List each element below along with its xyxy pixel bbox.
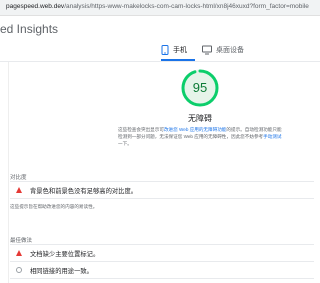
url-host: pagespeed.web.dev (6, 3, 65, 10)
url-text[interactable]: pagespeed.web.dev/analysis/https-www-mak… (6, 3, 309, 10)
audit-label: 相同链接的用途一致。 (30, 267, 93, 275)
tab-mobile-label: 手机 (173, 47, 187, 54)
tab-mobile[interactable]: 手机 (161, 39, 195, 61)
content-edge (8, 62, 9, 283)
divider (10, 278, 314, 279)
browser-address-bar[interactable]: pagespeed.web.dev/analysis/https-www-mak… (0, 0, 320, 16)
divider (10, 181, 314, 182)
warning-triangle-icon (15, 250, 23, 256)
tabs-divider (0, 61, 320, 62)
category-description: 这些检查会突出显示可改进您 Web 应用的无障碍功能的提示。自动检测功能只能检测… (118, 126, 284, 147)
tab-desktop[interactable]: 桌面设备 (202, 39, 262, 61)
audit-landmark-one-main[interactable]: 文档缺少主要位置标记。 (10, 246, 314, 260)
improve-accessibility-link[interactable]: 改进您 Web 应用的无障碍功能 (164, 127, 226, 132)
score-value: 95 (192, 80, 208, 95)
desc-text-3: 一下。 (118, 141, 132, 146)
group-title-best-practices: 最佳做法 (10, 238, 33, 244)
category-title: 无障碍 (188, 114, 212, 123)
circle-icon (15, 267, 23, 273)
tab-desktop-label: 桌面设备 (216, 47, 244, 54)
audit-color-contrast[interactable]: 背景色和前景色没有足够高的对比度。 (10, 183, 314, 197)
phone-icon (161, 45, 169, 55)
manual-testing-link[interactable]: 手动测试 (263, 134, 281, 139)
desc-text-1: 这些检查会突出显示可 (118, 127, 164, 132)
audit-label: 文档缺少主要位置标记。 (30, 250, 100, 258)
divider (10, 244, 314, 245)
url-path: /analysis/https-www-makelocks-com-cam-lo… (64, 3, 309, 10)
group-description-contrast: 这些提示旨在帮助改进您的内容的易读性。 (10, 204, 98, 209)
group-title-contrast: 对比度 (10, 175, 27, 181)
audit-label: 背景色和前景色没有足够高的对比度。 (30, 187, 138, 195)
page-title: ed Insights (0, 22, 59, 36)
device-tabs: 手机 桌面设备 (158, 39, 320, 61)
divider (10, 198, 314, 199)
warning-triangle-icon (15, 187, 23, 193)
audit-identical-links-same-purpose[interactable]: 相同链接的用途一致。 (10, 263, 314, 277)
divider (10, 261, 314, 262)
desktop-icon (202, 45, 212, 55)
